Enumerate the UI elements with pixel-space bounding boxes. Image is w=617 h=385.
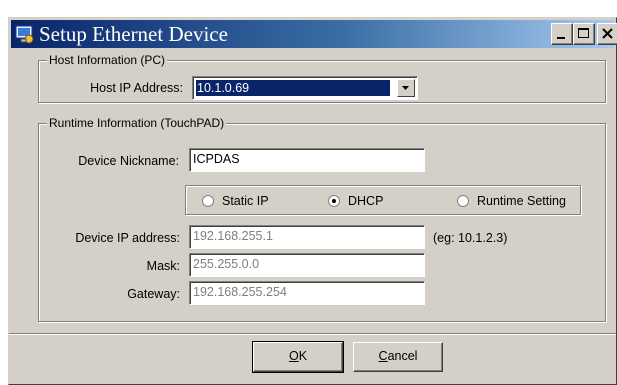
- device-ip-hint: (eg: 10.1.2.3): [433, 231, 508, 245]
- maximize-button[interactable]: [573, 23, 595, 45]
- device-ip-label: Device IP address:: [75, 231, 180, 245]
- runtime-info-legend: Runtime Information (TouchPAD): [47, 115, 227, 131]
- host-ip-dropdown-button[interactable]: [397, 79, 415, 97]
- static-ip-radio-circle: [202, 195, 214, 207]
- mask-label: Mask:: [146, 259, 180, 273]
- device-nickname-input[interactable]: ICPDAS: [189, 148, 425, 172]
- device-ip-input[interactable]: 192.168.255.1: [189, 225, 425, 249]
- static-ip-label: Static IP: [222, 194, 269, 208]
- ok-label-rest: K: [298, 349, 308, 363]
- runtime-setting-radio-circle: [457, 195, 469, 207]
- button-divider: [9, 333, 616, 335]
- host-info-legend: Host Information (PC): [47, 52, 168, 68]
- gateway-input[interactable]: 192.168.255.254: [189, 281, 425, 305]
- setup-ethernet-dialog: Setup Ethernet Device Host Information (…: [8, 17, 617, 385]
- runtime-setting-radio[interactable]: Runtime Setting: [457, 193, 577, 211]
- title-bar[interactable]: Setup Ethernet Device: [11, 20, 617, 48]
- host-ip-combobox[interactable]: 10.1.0.69: [192, 76, 418, 100]
- minimize-icon: [557, 37, 565, 39]
- ethernet-app-icon: [15, 25, 34, 44]
- ok-mnemonic: O: [288, 349, 299, 363]
- minimize-button[interactable]: [551, 23, 573, 45]
- runtime-setting-label: Runtime Setting: [477, 194, 566, 208]
- device-nickname-label: Device Nickname:: [78, 154, 179, 168]
- gateway-label: Gateway:: [127, 287, 180, 301]
- cancel-mnemonic: C: [378, 349, 388, 363]
- chevron-down-icon: [402, 86, 409, 90]
- mask-input[interactable]: 255.255.0.0: [189, 253, 425, 277]
- cancel-button[interactable]: Cancel: [353, 342, 443, 372]
- dhcp-radio-circle: [328, 195, 340, 207]
- ok-button[interactable]: OK: [252, 341, 344, 373]
- static-ip-radio[interactable]: Static IP: [202, 193, 282, 211]
- cancel-label-rest: ancel: [387, 349, 418, 363]
- close-icon: [602, 28, 613, 39]
- dhcp-label: DHCP: [348, 194, 384, 208]
- dhcp-radio[interactable]: DHCP: [328, 193, 398, 211]
- window-title: Setup Ethernet Device: [39, 22, 228, 46]
- close-button[interactable]: [597, 23, 617, 45]
- host-ip-value: 10.1.0.69: [196, 80, 390, 96]
- radio-selected-dot: [332, 199, 336, 203]
- host-ip-label: Host IP Address:: [90, 81, 183, 95]
- maximize-icon: [578, 28, 589, 38]
